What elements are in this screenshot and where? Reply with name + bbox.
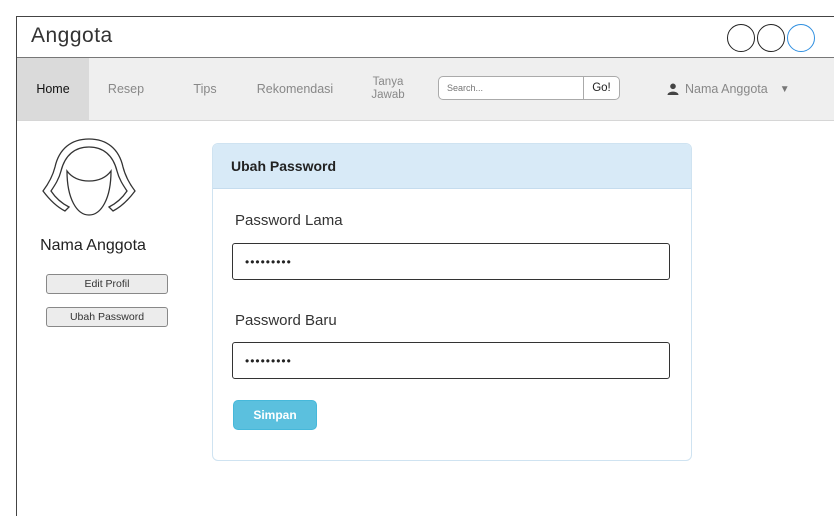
nav-item-home[interactable]: Home: [17, 58, 89, 120]
card-title: Ubah Password: [213, 144, 691, 189]
change-password-card: Ubah Password Password Lama Password Bar…: [212, 143, 692, 461]
chevron-down-icon: ▼: [779, 83, 790, 95]
nav-item-label: Rekomendasi: [256, 82, 334, 96]
nav-item-label-line1: Tanya: [372, 76, 404, 88]
window-title: Anggota: [31, 24, 113, 47]
user-name: Nama Anggota: [685, 82, 768, 96]
nav-item-label: Home: [36, 82, 70, 96]
change-password-button[interactable]: Ubah Password: [46, 307, 168, 327]
nav-item-resep[interactable]: Resep: [93, 58, 159, 120]
title-bar: Anggota: [17, 17, 834, 58]
nav-item-tips[interactable]: Tips: [185, 58, 225, 120]
new-password-field[interactable]: [232, 342, 670, 379]
nav-item-label: Tips: [193, 82, 217, 96]
nav-item-label-line2: Jawab: [371, 89, 405, 101]
close-button[interactable]: [787, 24, 815, 52]
avatar-icon: [42, 138, 136, 216]
user-icon: [667, 83, 679, 95]
old-password-field[interactable]: [232, 243, 670, 280]
app-window: Anggota Home Resep Tips Rekomendasi Tany…: [16, 16, 834, 516]
nav-item-tanya-jawab[interactable]: Tanya Jawab: [361, 58, 415, 120]
maximize-button[interactable]: [757, 24, 785, 52]
new-password-label: Password Baru: [235, 312, 337, 329]
nav-item-label: Resep: [107, 82, 145, 96]
old-password-label: Password Lama: [235, 212, 343, 229]
navbar: Home Resep Tips Rekomendasi Tanya Jawab …: [17, 58, 834, 121]
search-input[interactable]: [438, 76, 584, 100]
search-button[interactable]: Go!: [584, 76, 620, 100]
nav-item-rekomendasi[interactable]: Rekomendasi: [245, 58, 345, 120]
minimize-button[interactable]: [727, 24, 755, 52]
edit-profile-button[interactable]: Edit Profil: [46, 274, 168, 294]
save-button[interactable]: Simpan: [233, 400, 317, 430]
user-menu[interactable]: Nama Anggota ▼: [667, 58, 790, 120]
profile-name: Nama Anggota: [40, 237, 146, 254]
